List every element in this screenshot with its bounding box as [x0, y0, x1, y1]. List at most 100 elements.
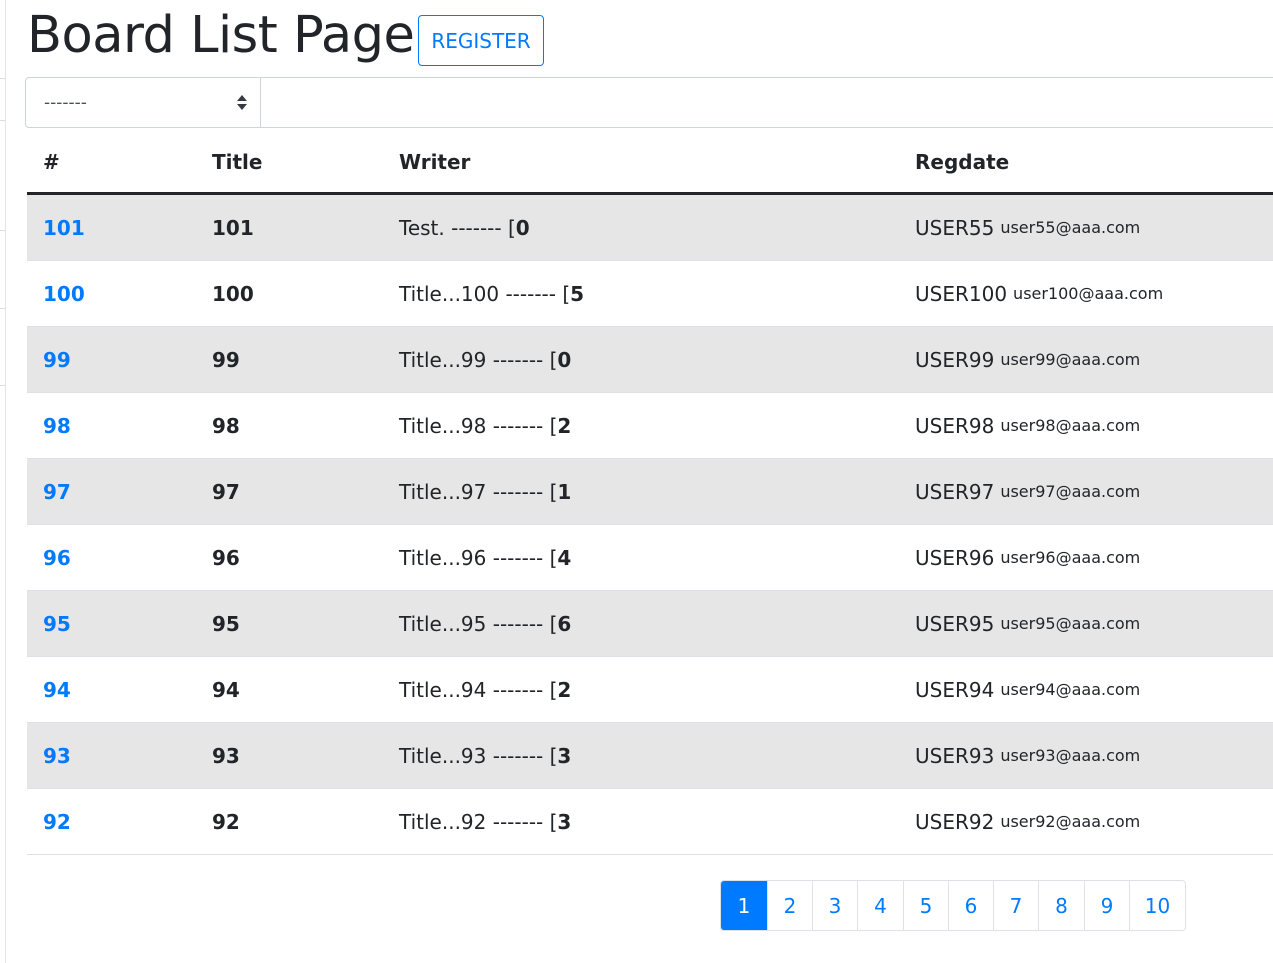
page-link-5[interactable]: 5	[903, 881, 948, 930]
edge-tick	[0, 230, 5, 231]
row-number-link[interactable]: 94	[43, 657, 71, 722]
row-email: user94@aaa.com	[1000, 680, 1141, 699]
row-writer-text: Title...93 ------- [	[399, 743, 558, 768]
table-row: 93 93 Title...93 ------- [3 USER93 user93@aa…	[27, 723, 1273, 789]
table-body: 101 101 Test. ------- [0 USER55 user55@aaa.c…	[27, 195, 1273, 855]
row-user: USER96	[915, 545, 995, 570]
row-number-link[interactable]: 97	[43, 459, 71, 524]
row-title: 98	[212, 413, 240, 438]
row-writer-text: Title...94 ------- [	[399, 677, 558, 702]
row-email: user97@aaa.com	[1000, 482, 1141, 501]
row-title: 94	[212, 677, 240, 702]
page-link-4[interactable]: 4	[857, 881, 903, 930]
row-title: 95	[212, 611, 240, 636]
row-reply-count: 3	[557, 743, 572, 768]
page-link-10[interactable]: 10	[1129, 881, 1185, 930]
table-row: 98 98 Title...98 ------- [2 USER98 user98@aa…	[27, 393, 1273, 459]
row-number-link[interactable]: 100	[43, 261, 85, 326]
row-user: USER92	[915, 809, 995, 834]
row-writer-text: Title...92 ------- [	[399, 809, 558, 834]
row-writer-text: Test. ------- [	[399, 215, 516, 240]
row-user: USER98	[915, 413, 995, 438]
row-title: 93	[212, 743, 240, 768]
row-number-link[interactable]: 101	[43, 195, 85, 260]
row-number-link[interactable]: 93	[43, 723, 71, 788]
row-user: USER97	[915, 479, 995, 504]
row-regdate: USER99 user99@aaa.com	[915, 327, 1140, 392]
row-reply-count: 2	[557, 413, 572, 438]
row-writer: Title...93 ------- [3	[399, 723, 571, 788]
row-reply-count: 4	[557, 545, 572, 570]
table-header: # Title Writer Regdate	[27, 130, 1273, 195]
register-button[interactable]: REGISTER	[418, 15, 544, 66]
page-link-6[interactable]: 6	[948, 881, 993, 930]
row-email: user98@aaa.com	[1000, 416, 1141, 435]
search-bar: -------	[25, 77, 1273, 128]
row-user: USER94	[915, 677, 995, 702]
row-regdate: USER93 user93@aaa.com	[915, 723, 1140, 788]
table-row: 100 100 Title...100 ------- [5 USER100 user1…	[27, 261, 1273, 327]
row-email: user96@aaa.com	[1000, 548, 1141, 567]
row-writer: Title...97 ------- [1	[399, 459, 571, 524]
row-email: user93@aaa.com	[1000, 746, 1141, 765]
row-number-link[interactable]: 92	[43, 789, 71, 854]
row-writer: Title...100 ------- [5	[399, 261, 584, 326]
page-link-7[interactable]: 7	[993, 881, 1038, 930]
page-title: Board List Page	[27, 6, 415, 65]
row-title: 96	[212, 545, 240, 570]
row-writer-text: Title...98 ------- [	[399, 413, 558, 438]
select-arrows-icon	[237, 95, 247, 111]
row-user: USER95	[915, 611, 995, 636]
table-row: 96 96 Title...96 ------- [4 USER96 user96@aa…	[27, 525, 1273, 591]
row-writer: Title...94 ------- [2	[399, 657, 571, 722]
row-regdate: USER95 user95@aaa.com	[915, 591, 1140, 656]
row-title: 99	[212, 347, 240, 372]
row-title: 100	[212, 281, 254, 306]
row-regdate: USER55 user55@aaa.com	[915, 195, 1140, 260]
table-row: 99 99 Title...99 ------- [0 USER99 user99@aa…	[27, 327, 1273, 393]
row-number-link[interactable]: 95	[43, 591, 71, 656]
row-title: 92	[212, 809, 240, 834]
row-writer: Title...96 ------- [4	[399, 525, 571, 590]
board-table: # Title Writer Regdate 101 101 Test. -----…	[27, 130, 1273, 855]
row-writer-text: Title...100 ------- [	[399, 281, 571, 306]
row-title: 101	[212, 215, 254, 240]
row-title: 97	[212, 479, 240, 504]
row-reply-count: 0	[557, 347, 572, 372]
row-user: USER93	[915, 743, 995, 768]
row-email: user99@aaa.com	[1000, 350, 1141, 369]
page-link-9[interactable]: 9	[1084, 881, 1129, 930]
row-writer: Title...92 ------- [3	[399, 789, 571, 854]
search-keyword-input[interactable]	[262, 78, 1273, 127]
row-regdate: USER92 user92@aaa.com	[915, 789, 1140, 854]
column-header-num: #	[43, 150, 60, 174]
row-writer-text: Title...96 ------- [	[399, 545, 558, 570]
pagination: 1 2 3 4 5 6 7 8 9 10	[720, 880, 1186, 931]
row-reply-count: 6	[557, 611, 572, 636]
page-link-3[interactable]: 3	[812, 881, 857, 930]
row-number-link[interactable]: 96	[43, 525, 71, 590]
search-type-select[interactable]: -------	[26, 78, 261, 127]
row-user: USER99	[915, 347, 995, 372]
row-writer: Title...99 ------- [0	[399, 327, 571, 392]
row-writer: Title...95 ------- [6	[399, 591, 571, 656]
row-reply-count: 0	[515, 215, 530, 240]
row-regdate: USER96 user96@aaa.com	[915, 525, 1140, 590]
page-link-1[interactable]: 1	[721, 881, 767, 930]
row-email: user95@aaa.com	[1000, 614, 1141, 633]
page-link-2[interactable]: 2	[767, 881, 812, 930]
row-number-link[interactable]: 99	[43, 327, 71, 392]
row-email: user92@aaa.com	[1000, 812, 1141, 831]
page-link-8[interactable]: 8	[1038, 881, 1084, 930]
row-reply-count: 2	[557, 677, 572, 702]
left-edge-border	[0, 0, 6, 963]
row-user: USER55	[915, 215, 995, 240]
table-row: 94 94 Title...94 ------- [2 USER94 user94@aa…	[27, 657, 1273, 723]
edge-tick	[0, 385, 5, 386]
edge-tick	[0, 78, 5, 79]
edge-tick	[0, 308, 5, 309]
row-email: user100@aaa.com	[1013, 284, 1164, 303]
row-writer-text: Title...95 ------- [	[399, 611, 558, 636]
edge-tick	[0, 120, 5, 121]
row-number-link[interactable]: 98	[43, 393, 71, 458]
